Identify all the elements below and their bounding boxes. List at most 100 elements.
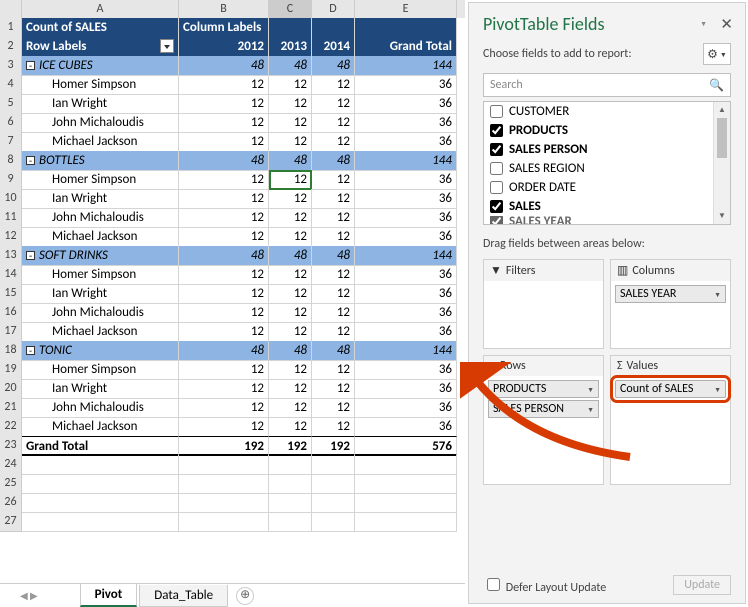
cell[interactable]: 36 bbox=[355, 398, 457, 418]
person-cell[interactable]: Ian Wright bbox=[22, 284, 179, 304]
cell[interactable]: 36 bbox=[355, 170, 457, 190]
pivot-corner-label[interactable]: Count of SALES bbox=[22, 18, 179, 38]
cell[interactable]: 12 bbox=[312, 303, 355, 323]
grand-total-col-header[interactable]: Grand Total bbox=[355, 37, 457, 57]
cell[interactable]: 12 bbox=[312, 75, 355, 95]
person-cell[interactable]: Michael Jackson bbox=[22, 132, 179, 152]
cell[interactable]: 12 bbox=[269, 227, 312, 247]
cell[interactable]: 12 bbox=[269, 360, 312, 380]
cell[interactable]: 576 bbox=[355, 436, 457, 456]
cell[interactable]: 48 bbox=[179, 56, 269, 76]
cell[interactable]: 144 bbox=[355, 246, 457, 266]
cell[interactable]: 12 bbox=[179, 75, 269, 95]
field-item-products[interactable]: PRODUCTS bbox=[484, 121, 730, 140]
cell[interactable]: 12 bbox=[269, 398, 312, 418]
cell[interactable]: 48 bbox=[269, 341, 312, 361]
columns-area[interactable]: ▥Columns SALES YEAR▼ bbox=[610, 259, 731, 349]
row-header[interactable]: 25 bbox=[0, 474, 22, 494]
row-header[interactable]: 26 bbox=[0, 493, 22, 513]
person-cell[interactable]: Homer Simpson bbox=[22, 265, 179, 285]
search-input[interactable]: Search 🔍 bbox=[483, 73, 731, 97]
cell[interactable]: 36 bbox=[355, 208, 457, 228]
cell[interactable]: 12 bbox=[312, 132, 355, 152]
cell[interactable] bbox=[312, 512, 355, 532]
pane-options-dropdown[interactable]: ▼ bbox=[700, 19, 707, 28]
group-header[interactable]: -SOFT DRINKS bbox=[22, 246, 179, 266]
cell[interactable]: 48 bbox=[312, 56, 355, 76]
person-cell[interactable]: Homer Simpson bbox=[22, 75, 179, 95]
cell[interactable] bbox=[22, 474, 179, 494]
cell[interactable]: 36 bbox=[355, 189, 457, 209]
cell[interactable]: 12 bbox=[179, 170, 269, 190]
cell[interactable] bbox=[312, 474, 355, 494]
row-labels-dropdown[interactable] bbox=[160, 39, 174, 53]
cell[interactable]: 36 bbox=[355, 113, 457, 133]
cell[interactable]: 12 bbox=[269, 113, 312, 133]
field-item-sales[interactable]: SALES bbox=[484, 197, 730, 216]
values-pill[interactable]: Count of SALES▼ bbox=[615, 380, 726, 398]
cell[interactable]: 12 bbox=[269, 417, 312, 437]
year-2014-header[interactable]: 2014 bbox=[312, 37, 355, 57]
field-checkbox[interactable] bbox=[490, 162, 503, 175]
cell[interactable]: 12 bbox=[269, 94, 312, 114]
cell[interactable]: 144 bbox=[355, 151, 457, 171]
grand-total-label[interactable]: Grand Total bbox=[22, 436, 179, 456]
cell[interactable]: 48 bbox=[312, 341, 355, 361]
cell[interactable]: 12 bbox=[312, 417, 355, 437]
person-cell[interactable]: John Michaloudis bbox=[22, 208, 179, 228]
select-all-cell[interactable] bbox=[0, 0, 22, 19]
cell[interactable]: 36 bbox=[355, 132, 457, 152]
cell[interactable]: 12 bbox=[179, 113, 269, 133]
cell[interactable]: 12 bbox=[269, 265, 312, 285]
tab-nav[interactable]: ◀ ▶ bbox=[20, 589, 38, 602]
col-header-c[interactable]: C bbox=[269, 0, 312, 19]
row-header[interactable]: 22 bbox=[0, 417, 22, 437]
cell[interactable]: 12 bbox=[312, 113, 355, 133]
rows-pill-salesperson[interactable]: SALES PERSON▼ bbox=[488, 400, 599, 418]
row-header[interactable]: 13 bbox=[0, 246, 22, 266]
cell[interactable]: 192 bbox=[179, 436, 269, 456]
row-header[interactable]: 27 bbox=[0, 512, 22, 532]
field-item-customer[interactable]: CUSTOMER bbox=[484, 102, 730, 121]
person-cell[interactable]: John Michaloudis bbox=[22, 398, 179, 418]
cell[interactable] bbox=[312, 18, 355, 38]
cell[interactable] bbox=[312, 455, 355, 475]
tab-pivot[interactable]: Pivot bbox=[80, 584, 138, 607]
field-checkbox[interactable] bbox=[490, 124, 503, 137]
cell[interactable]: 12 bbox=[179, 284, 269, 304]
cell[interactable]: 12 bbox=[312, 170, 355, 190]
cell[interactable]: 12 bbox=[179, 417, 269, 437]
cell[interactable]: 144 bbox=[355, 56, 457, 76]
rows-pill-products[interactable]: PRODUCTS▼ bbox=[488, 380, 599, 398]
col-header-b[interactable]: B bbox=[179, 0, 269, 19]
cell[interactable]: 12 bbox=[312, 379, 355, 399]
row-header[interactable]: 1 bbox=[0, 18, 22, 38]
field-scrollbar[interactable]: ▲▼ bbox=[713, 102, 730, 224]
col-header-d[interactable]: D bbox=[312, 0, 355, 19]
cell[interactable] bbox=[179, 474, 269, 494]
row-labels-header[interactable]: Row Labels bbox=[22, 37, 179, 57]
cell[interactable]: 36 bbox=[355, 417, 457, 437]
cell[interactable]: 12 bbox=[269, 303, 312, 323]
row-header[interactable]: 6 bbox=[0, 113, 22, 133]
person-cell[interactable]: Michael Jackson bbox=[22, 227, 179, 247]
cell[interactable] bbox=[22, 493, 179, 513]
field-checkbox[interactable] bbox=[490, 143, 503, 156]
row-header[interactable]: 9 bbox=[0, 170, 22, 190]
cell[interactable]: 12 bbox=[312, 360, 355, 380]
columns-pill[interactable]: SALES YEAR▼ bbox=[615, 285, 726, 303]
person-cell[interactable]: Ian Wright bbox=[22, 94, 179, 114]
cell[interactable]: 48 bbox=[312, 151, 355, 171]
row-header[interactable]: 16 bbox=[0, 303, 22, 323]
row-header[interactable]: 4 bbox=[0, 75, 22, 95]
cell[interactable]: 12 bbox=[312, 208, 355, 228]
row-header[interactable]: 10 bbox=[0, 189, 22, 209]
column-labels-header[interactable]: Column Labels bbox=[179, 18, 269, 38]
row-header[interactable]: 2 bbox=[0, 37, 22, 57]
cell[interactable] bbox=[269, 493, 312, 513]
row-header[interactable]: 17 bbox=[0, 322, 22, 342]
cell[interactable] bbox=[269, 474, 312, 494]
cell[interactable] bbox=[355, 493, 457, 513]
cell[interactable] bbox=[269, 455, 312, 475]
cell[interactable] bbox=[269, 18, 312, 38]
